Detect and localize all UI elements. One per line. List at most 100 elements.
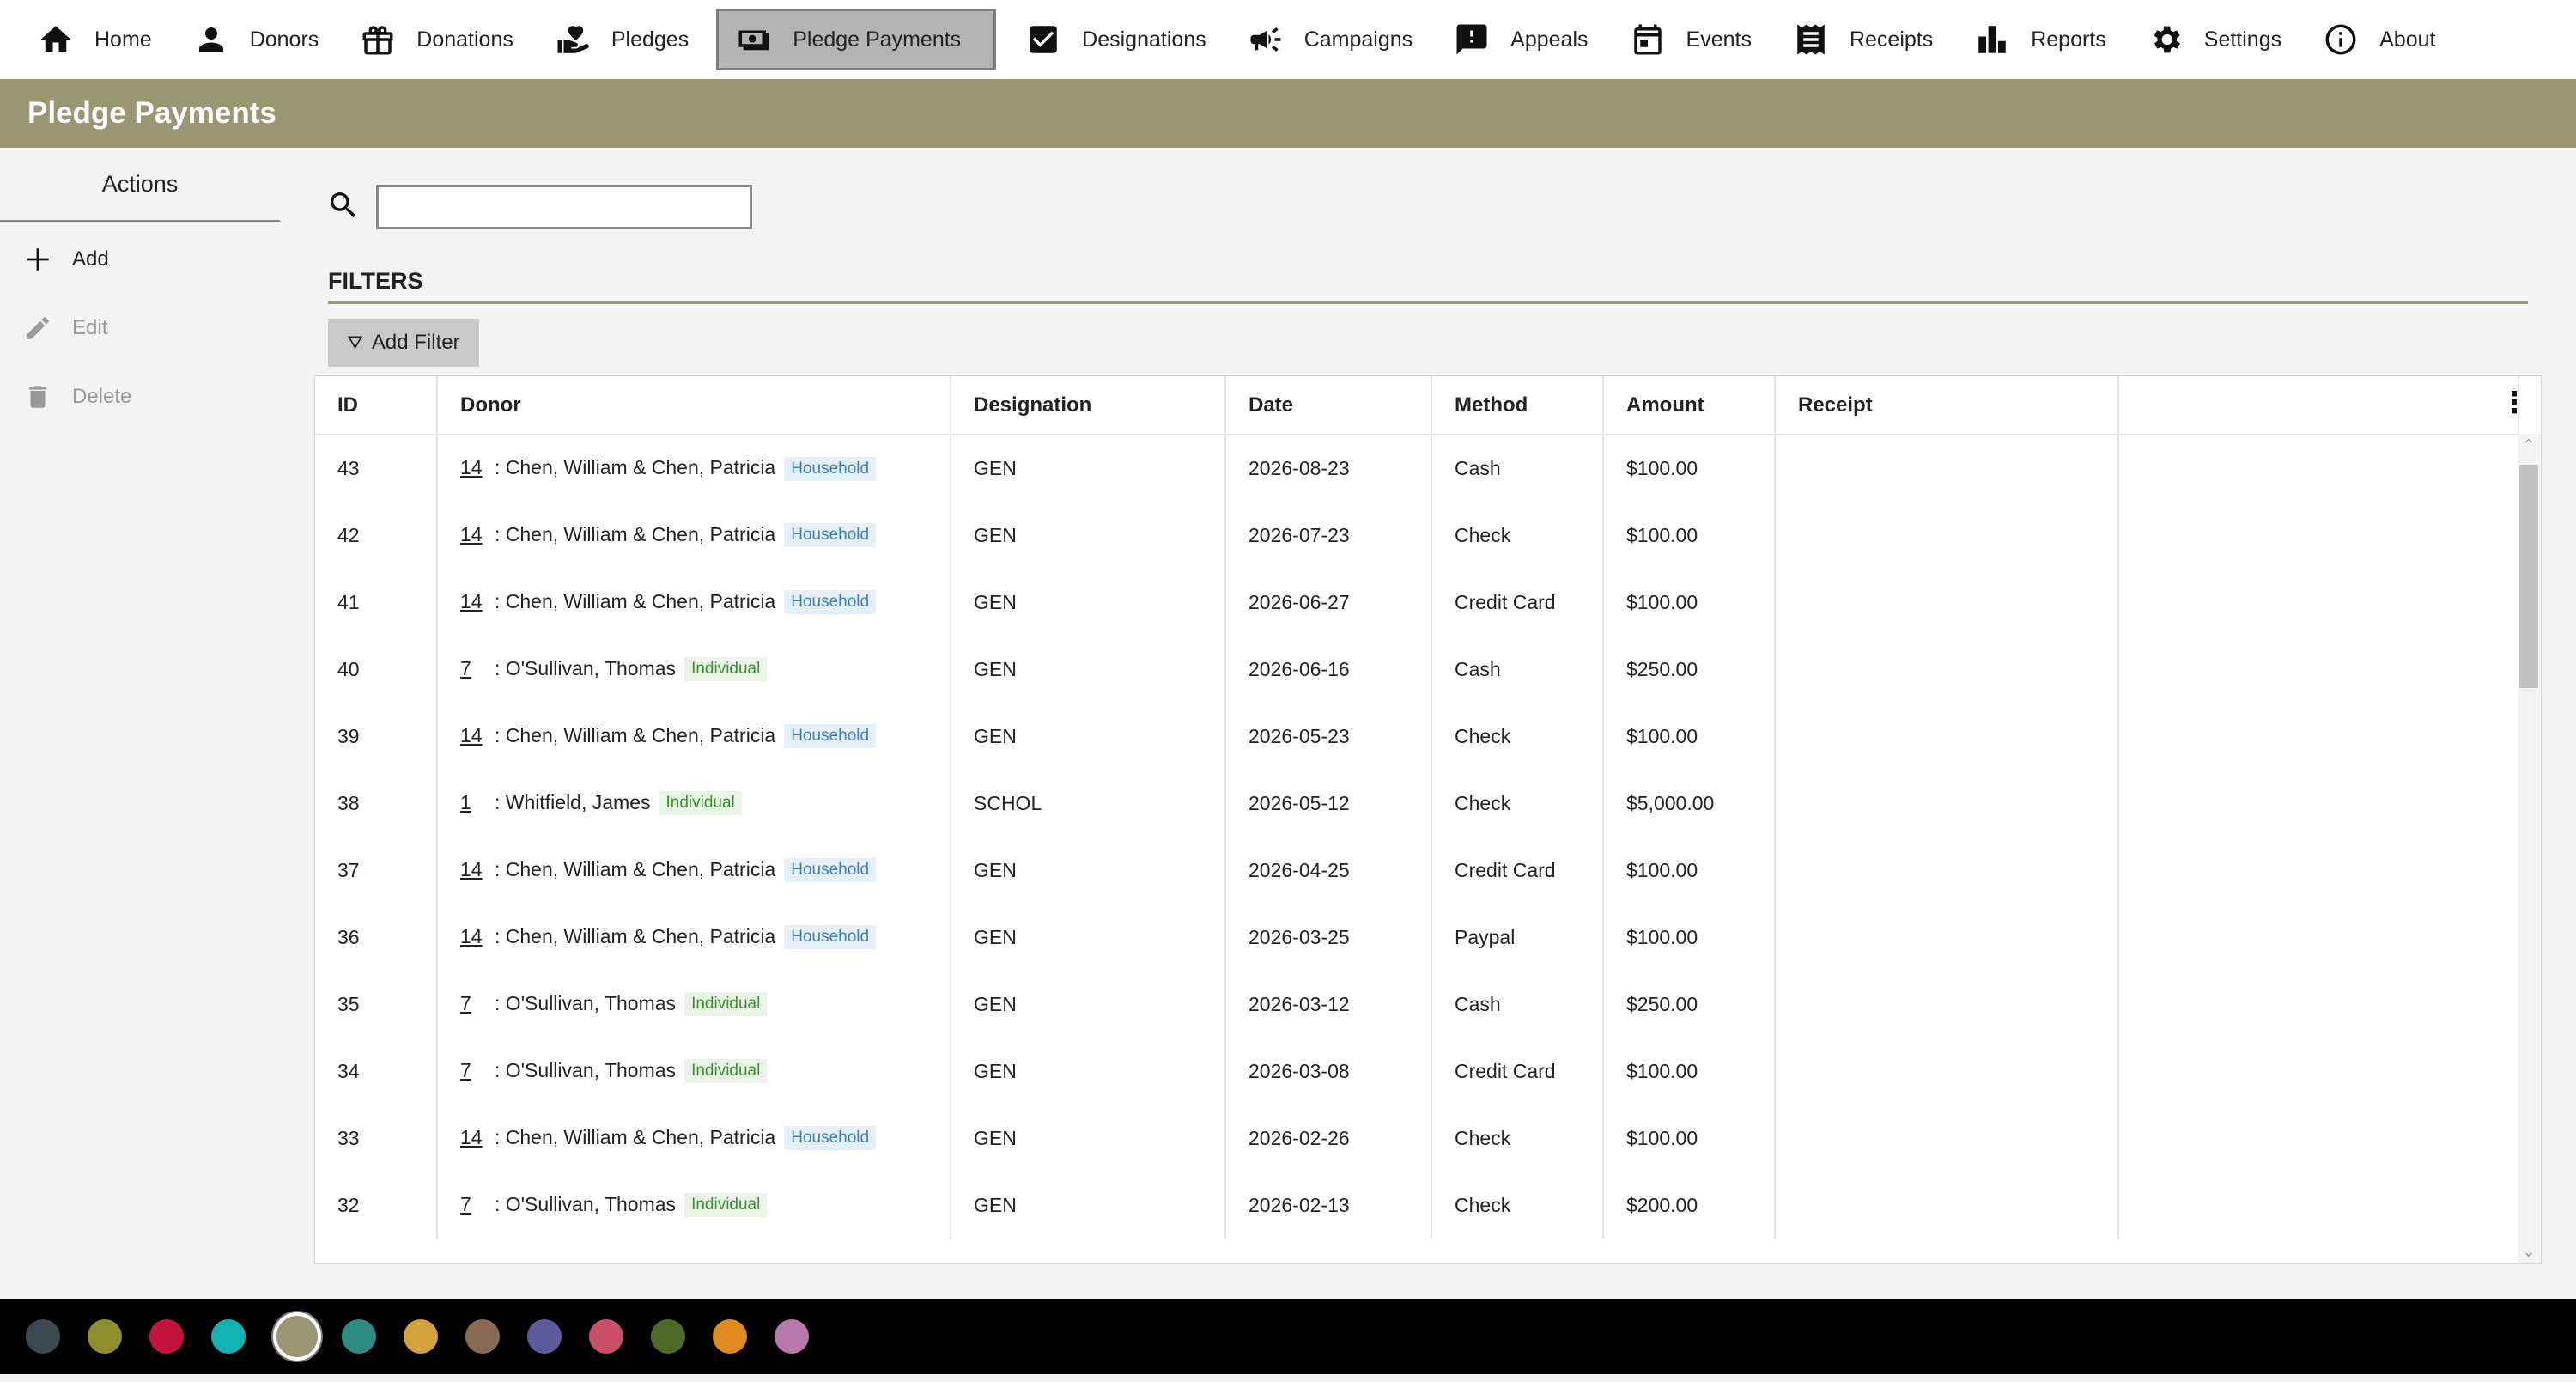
nav-item-donors[interactable]: Donors [179,9,331,70]
info-icon [2321,20,2360,59]
column-menu-icon[interactable]: ⋮ [2500,388,2529,417]
nav-item-settings[interactable]: Settings [2134,9,2293,70]
nav-item-label: Settings [2203,27,2282,52]
cell-blank [2118,569,2519,636]
search-input[interactable] [376,185,752,229]
table-header-row: ID Donor Designation Date Method Amount … [315,376,2519,435]
table-row[interactable]: 42 14: Chen, William & Chen, Patricia Hous… [315,502,2519,569]
table-row[interactable]: 38 1: Whitfield, James Individual SCHOL 2026… [315,770,2519,837]
add-button[interactable]: Add [0,225,280,294]
cell-blank [2118,1172,2519,1239]
donor-link[interactable]: 14 [460,724,484,747]
add-filter-button[interactable]: ⛛ Add Filter [328,319,479,367]
delete-button[interactable]: Delete [0,362,280,431]
cell-method: Cash [1431,435,1604,502]
nav-item-designations[interactable]: Designations [1012,9,1218,70]
table-row[interactable]: 43 14: Chen, William & Chen, Patricia Hous… [315,435,2519,502]
color-swatch[interactable] [26,1319,60,1354]
scroll-down-arrow-icon[interactable]: ⌄ [2518,1240,2540,1263]
cell-id: 42 [315,502,438,569]
color-swatch[interactable] [342,1319,376,1354]
cell-designation: GEN [951,569,1226,636]
column-header-receipt[interactable]: Receipt [1775,376,2119,435]
color-swatch[interactable] [713,1319,747,1354]
nav-item-label: Donations [416,27,513,52]
cell-amount: $100.00 [1603,904,1776,971]
plus-icon [21,242,55,277]
nav-item-pledges[interactable]: Pledges [541,9,701,70]
donor-link[interactable]: 7 [460,992,484,1015]
donor-link[interactable]: 7 [460,1059,484,1082]
cell-blank [2118,502,2519,569]
column-header-amount[interactable]: Amount [1603,376,1776,435]
donor-link[interactable]: 14 [460,858,484,881]
color-swatch[interactable] [404,1319,438,1354]
nav-item-about[interactable]: About [2309,9,2447,70]
color-swatch[interactable] [88,1319,122,1354]
color-swatch[interactable] [149,1319,184,1354]
edit-label: Edit [72,316,108,339]
color-swatch[interactable] [273,1312,321,1361]
color-swatch[interactable] [527,1319,562,1354]
table-row[interactable]: 39 14: Chen, William & Chen, Patricia Hous… [315,703,2519,770]
scroll-up-arrow-icon[interactable]: ⌃ [2518,434,2540,456]
column-header-method[interactable]: Method [1431,376,1604,435]
column-header-id[interactable]: ID [315,376,438,435]
table-scrollbar[interactable]: ⌃ ⌄ [2518,434,2540,1263]
donor-name: : Chen, William & Chen, Patricia [495,522,776,545]
donor-type-badge: Household [784,590,877,615]
cell-blank [2118,1105,2519,1172]
donor-link[interactable]: 14 [460,590,484,613]
column-header-designation[interactable]: Designation [951,376,1226,435]
donor-type-badge: Household [784,724,877,749]
cell-method: Cash [1431,971,1604,1038]
cell-receipt [1775,435,2119,502]
color-swatch[interactable] [211,1319,246,1354]
table-row[interactable]: 32 7: O'Sullivan, Thomas Individual GEN 2026… [315,1172,2519,1239]
table-row[interactable]: 35 7: O'Sullivan, Thomas Individual GEN 2026… [315,971,2519,1038]
table-row[interactable]: 36 14: Chen, William & Chen, Patricia Hous… [315,904,2519,971]
donor-link[interactable]: 14 [460,925,484,948]
table-row[interactable]: 37 14: Chen, William & Chen, Patricia Hous… [315,837,2519,904]
scrollbar-thumb[interactable] [2519,465,2538,688]
donor-link[interactable]: 14 [460,1126,484,1149]
nav-item-reports[interactable]: Reports [1960,9,2118,70]
nav-item-pledge-payments[interactable]: Pledge Payments [716,9,997,70]
cell-receipt [1775,636,2119,703]
donor-type-badge: Household [784,858,877,883]
table-row[interactable]: 33 14: Chen, William & Chen, Patricia Hous… [315,1105,2519,1172]
column-header-date[interactable]: Date [1225,376,1432,435]
column-header-donor[interactable]: Donor [437,376,951,435]
cell-donor: 14: Chen, William & Chen, Patricia Househ… [437,569,951,636]
nav-item-home[interactable]: Home [24,9,164,70]
color-swatch[interactable] [465,1319,500,1354]
donor-link[interactable]: 7 [460,657,484,680]
donor-link[interactable]: 1 [460,791,484,814]
search-icon [326,188,361,227]
cell-receipt [1775,770,2119,837]
nav-item-appeals[interactable]: Appeals [1440,9,1600,70]
donor-name: : O'Sullivan, Thomas [495,656,677,679]
color-swatch[interactable] [775,1319,809,1354]
donor-link[interactable]: 14 [460,523,484,546]
cell-blank [2118,703,2519,770]
donor-link[interactable]: 7 [460,1193,484,1216]
nav-item-campaigns[interactable]: Campaigns [1234,9,1425,70]
cell-date: 2026-07-23 [1225,502,1432,569]
color-swatch[interactable] [589,1319,623,1354]
nav-item-receipts[interactable]: Receipts [1779,9,1945,70]
table-row[interactable]: 41 14: Chen, William & Chen, Patricia Hous… [315,569,2519,636]
nav-item-donations[interactable]: Donations [346,9,526,70]
color-swatch[interactable] [651,1319,685,1354]
cell-receipt [1775,971,2119,1038]
cell-method: Check [1431,1172,1604,1239]
nav-item-events[interactable]: Events [1616,9,1764,70]
table-row[interactable]: 34 7: O'Sullivan, Thomas Individual GEN 2026… [315,1038,2519,1105]
table-row[interactable]: 40 7: O'Sullivan, Thomas Individual GEN 2026… [315,636,2519,703]
cell-donor: 1: Whitfield, James Individual [437,770,951,837]
nav-item-label: Reports [2031,27,2106,52]
donor-link[interactable]: 14 [460,456,484,479]
megaphone-icon [1246,20,1285,59]
edit-button[interactable]: Edit [0,294,280,362]
cell-designation: GEN [951,971,1226,1038]
